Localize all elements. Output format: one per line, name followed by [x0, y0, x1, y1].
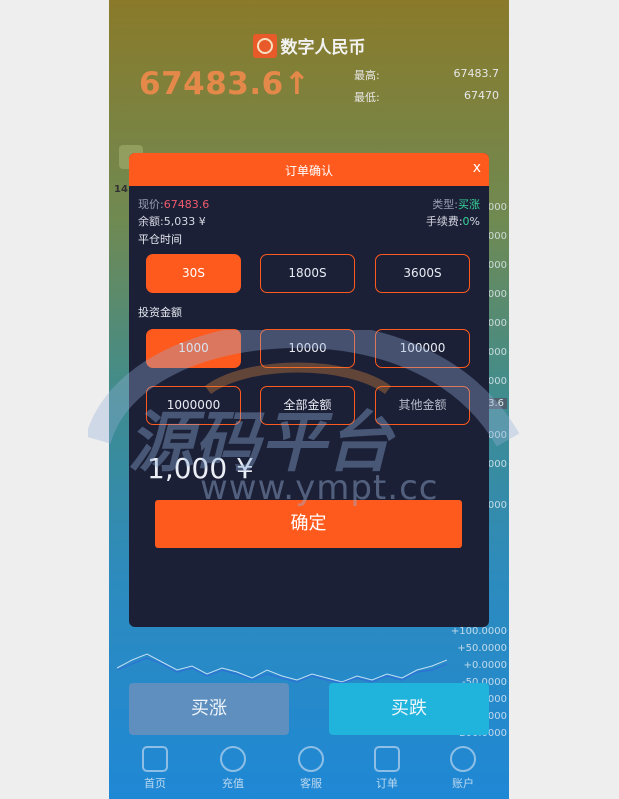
brand-title: 数字人民币 — [280, 38, 366, 58]
type-label: 类型: — [432, 198, 458, 211]
tab-recharge[interactable]: 充值 — [193, 740, 273, 791]
tab-label: 客服 — [300, 777, 322, 790]
macd-chart — [117, 653, 447, 684]
fee-row: 手续费:0% — [426, 213, 480, 229]
tab-service[interactable]: 客服 — [271, 740, 351, 791]
tab-home[interactable]: 首页 — [115, 740, 195, 791]
amount-option-1000[interactable]: 1000 — [146, 329, 241, 368]
axis-label: +0.0000 — [463, 660, 507, 671]
amount-option-10000[interactable]: 10000 — [260, 329, 355, 368]
current-price-label: 现价: — [138, 198, 164, 211]
axis-label: +50.0000 — [457, 643, 507, 654]
axis-label: +100.0000 — [450, 626, 507, 637]
yuan-coin-icon — [220, 746, 246, 772]
yuan-logo-icon — [252, 33, 277, 58]
tab-orders[interactable]: 订单 — [347, 740, 427, 791]
amount-option-all[interactable]: 全部金额 — [260, 386, 355, 425]
current-price: 67483.6↑ — [139, 66, 311, 102]
duration-option-3600s[interactable]: 3600S — [375, 254, 470, 293]
balance-row: 余额:5,033 ¥ — [138, 213, 206, 229]
headset-icon — [298, 746, 324, 772]
type-value: 买涨 — [458, 198, 480, 211]
tab-label: 账户 — [452, 777, 474, 790]
current-price-value: 67483.6 — [163, 198, 210, 211]
balance-value: 5,033 ¥ — [163, 215, 206, 228]
fee-unit: % — [469, 215, 480, 228]
document-icon — [374, 746, 400, 772]
amount-option-100000[interactable]: 100000 — [375, 329, 470, 368]
close-button[interactable]: x — [473, 160, 481, 176]
tab-account[interactable]: 账户 — [423, 740, 503, 791]
tab-label: 首页 — [144, 777, 166, 790]
tab-label: 订单 — [376, 777, 398, 790]
invest-amount-label: 投资金额 — [138, 306, 182, 319]
close-time-label: 平仓时间 — [138, 233, 182, 246]
dialog-header: 订单确认 x — [129, 153, 489, 186]
type-row: 类型:买涨 — [432, 196, 480, 212]
fee-label: 手续费: — [425, 215, 463, 228]
bottom-tab-bar: 首页 充值 客服 订单 账户 — [109, 740, 509, 799]
order-confirm-dialog: 订单确认 x 现价:67483.6 类型:买涨 余额:5,033 ¥ 手续费:0… — [129, 153, 489, 627]
current-price-row: 现价:67483.6 — [138, 196, 209, 212]
high-label: 最高: — [354, 69, 380, 82]
amount-option-1000000[interactable]: 1000000 — [146, 386, 241, 425]
user-icon — [450, 746, 476, 772]
watermark-url: www.ympt.cc — [200, 468, 439, 508]
buy-down-button[interactable]: 买跌 — [329, 683, 489, 735]
fee-value: 0 — [462, 215, 470, 228]
tab-label: 充值 — [222, 777, 244, 790]
duration-option-30s[interactable]: 30S — [146, 254, 241, 293]
dialog-title: 订单确认 — [284, 164, 333, 178]
other-amount-input[interactable]: 其他金额 — [375, 386, 470, 425]
balance-label: 余额: — [138, 215, 164, 228]
buy-up-button[interactable]: 买涨 — [129, 683, 289, 735]
duration-option-1800s[interactable]: 1800S — [260, 254, 355, 293]
home-icon — [142, 746, 168, 772]
low-label: 最低: — [354, 91, 380, 104]
